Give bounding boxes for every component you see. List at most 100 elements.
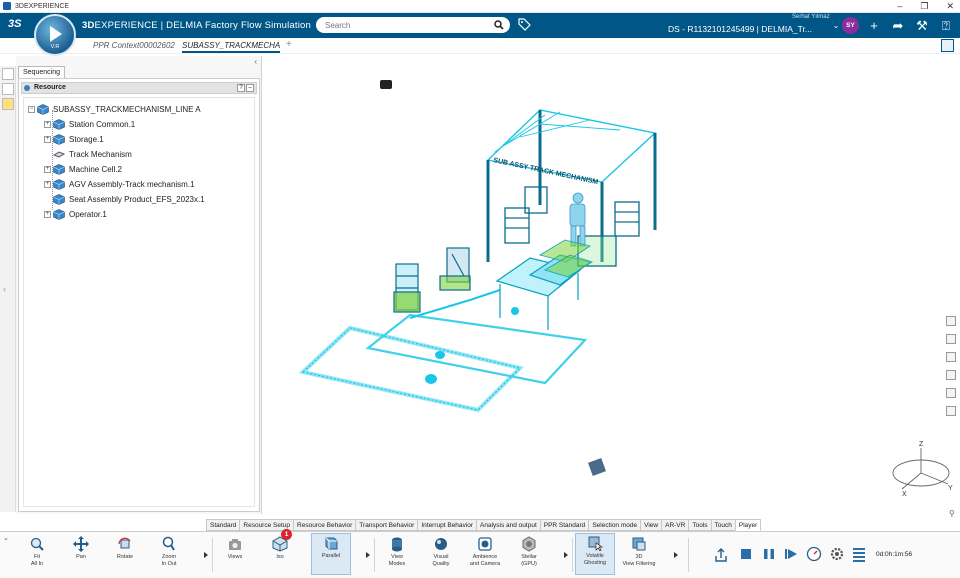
expand-node-icon[interactable]: + bbox=[44, 135, 51, 143]
tree-node[interactable]: Seat Assembly Product_EFS_2023x.1 bbox=[44, 192, 205, 206]
restore-icon[interactable]: ❐ bbox=[920, 0, 928, 13]
minimize-small-icon[interactable]: – bbox=[246, 84, 254, 92]
tree-node[interactable]: Track Mechanism bbox=[44, 147, 132, 161]
action-tab-transport-behavior[interactable]: Transport Behavior bbox=[355, 519, 419, 531]
action-tab-analysis-and-output[interactable]: Analysis and output bbox=[476, 519, 541, 531]
add-icon[interactable]: + bbox=[866, 18, 882, 34]
action-bar: ⌄ Fit All In Pan Rotate Zoom In Out View… bbox=[0, 531, 960, 578]
3d-viewport[interactable]: SUB ASSY TRACK MECHANISM Z X Y bbox=[262, 54, 960, 518]
app-logo-icon bbox=[3, 2, 11, 10]
tree-node-label: Track Mechanism bbox=[69, 149, 132, 159]
toolbar-more-arrow[interactable] bbox=[204, 552, 208, 558]
pan-icon bbox=[73, 536, 89, 552]
search-input[interactable] bbox=[325, 20, 485, 30]
resource-header: Resource ? – bbox=[21, 82, 257, 94]
fullscreen-icon[interactable] bbox=[941, 39, 954, 52]
tree-root-node[interactable]: − SUBASSY_TRACKMECHANISM_LINE A bbox=[28, 102, 201, 116]
capture-icon[interactable] bbox=[946, 334, 956, 344]
action-tab-interrupt-behavior[interactable]: Interrupt Behavior bbox=[417, 519, 478, 531]
ambience-icon bbox=[478, 537, 492, 551]
tenant-selector[interactable]: DS - R1132101245499 | DELMIA_Tr... bbox=[668, 24, 812, 34]
help-small-icon[interactable]: ? bbox=[237, 84, 245, 92]
measure-icon[interactable] bbox=[946, 352, 956, 362]
pause-icon[interactable] bbox=[762, 547, 776, 561]
tree-tool-icon[interactable] bbox=[2, 68, 14, 80]
minimize-icon[interactable]: – bbox=[897, 0, 902, 13]
view-modes-button[interactable]: View Modes bbox=[377, 535, 417, 567]
avatar[interactable]: SY bbox=[842, 17, 859, 34]
tab-ppr-context[interactable]: PPR Context00002602 bbox=[93, 41, 175, 50]
left-tool-strip: ‹ bbox=[0, 66, 16, 512]
settings-gear-icon[interactable] bbox=[829, 546, 845, 562]
camera-views-icon bbox=[229, 539, 241, 550]
annotation-icon[interactable] bbox=[946, 388, 956, 398]
action-tab-standard[interactable]: Standard bbox=[206, 519, 241, 531]
pin-icon[interactable]: ⚲ bbox=[949, 509, 955, 518]
action-tab-touch[interactable]: Touch bbox=[710, 519, 736, 531]
toolbar-more-arrow[interactable] bbox=[366, 552, 370, 558]
tools-icon[interactable]: ⚒ bbox=[914, 18, 930, 34]
rotate-button[interactable]: Rotate bbox=[105, 535, 145, 561]
action-tab-ppr-standard[interactable]: PPR Standard bbox=[539, 519, 590, 531]
action-tab-tools[interactable]: Tools bbox=[688, 519, 712, 531]
action-tab-player[interactable]: Player bbox=[734, 519, 762, 531]
resource-cube-icon bbox=[53, 193, 65, 205]
sequence-tool-icon[interactable] bbox=[2, 83, 14, 95]
window-title-bar: 3DEXPERIENCE – ❐ ✕ bbox=[0, 0, 960, 13]
resource-tool-icon[interactable] bbox=[2, 98, 14, 110]
filter-icon[interactable] bbox=[946, 406, 956, 416]
fit-all-button[interactable]: Fit All In bbox=[17, 535, 57, 567]
collapse-panel-icon[interactable]: ‹ bbox=[254, 57, 257, 66]
toolbar-more-arrow[interactable] bbox=[564, 552, 568, 558]
expand-node-icon[interactable]: + bbox=[44, 210, 51, 218]
search-icon[interactable] bbox=[494, 20, 504, 30]
play-forward-icon[interactable] bbox=[784, 547, 798, 561]
expand-panel-icon[interactable]: ‹ bbox=[3, 284, 6, 294]
section-icon[interactable] bbox=[946, 370, 956, 380]
close-icon[interactable]: ✕ bbox=[946, 0, 954, 13]
resource-cube-icon bbox=[53, 133, 65, 145]
views-button[interactable]: Views bbox=[215, 535, 255, 561]
volatile-ghosting-button[interactable]: Volatile Ghosting bbox=[575, 533, 615, 575]
collapse-node-icon[interactable]: − bbox=[28, 105, 35, 113]
compass-widget[interactable]: V.R bbox=[34, 14, 76, 56]
add-tab-icon[interactable]: + bbox=[286, 39, 292, 50]
iso-button[interactable]: Iso bbox=[260, 535, 300, 561]
share-icon[interactable]: ➦ bbox=[890, 18, 906, 34]
expand-node-icon[interactable]: + bbox=[44, 120, 51, 128]
window-title: 3DEXPERIENCE bbox=[15, 2, 70, 10]
visual-quality-button[interactable]: Visual Quality bbox=[421, 535, 461, 567]
speed-gauge-icon[interactable] bbox=[806, 546, 822, 562]
export-icon[interactable] bbox=[713, 547, 729, 563]
expand-node-icon[interactable]: + bbox=[44, 180, 51, 188]
camera-icon[interactable] bbox=[946, 316, 956, 326]
tree-node[interactable]: + AGV Assembly-Track mechanism.1 bbox=[44, 177, 195, 191]
action-tab-selection-mode[interactable]: Selection mode bbox=[588, 519, 642, 531]
action-tab-ar-vr[interactable]: AR-VR bbox=[661, 519, 690, 531]
view-filtering-button[interactable]: 3D View Filtering bbox=[619, 535, 659, 567]
tab-subassy[interactable]: SUBASSY_TRACKMECHANISM_LINE A bbox=[182, 41, 280, 53]
expand-node-icon[interactable]: + bbox=[44, 165, 51, 173]
ambience-camera-button[interactable]: Ambience and Camera bbox=[465, 535, 505, 567]
view-filter-icon bbox=[632, 537, 646, 551]
tree-node[interactable]: + Station Common.1 bbox=[44, 117, 135, 131]
stop-icon[interactable] bbox=[739, 547, 753, 561]
stellar-button[interactable]: Stellar (GPU) bbox=[509, 535, 549, 567]
tree-node[interactable]: + Storage.1 bbox=[44, 132, 104, 146]
action-tab-resource-behavior[interactable]: Resource Behavior bbox=[293, 519, 357, 531]
toolbar-more-arrow[interactable] bbox=[674, 552, 678, 558]
timeline-list-icon[interactable] bbox=[852, 546, 866, 562]
parallel-button[interactable]: Parallel bbox=[311, 533, 351, 575]
tab-sequencing[interactable]: Sequencing bbox=[18, 66, 65, 78]
tree-node[interactable]: + Operator.1 bbox=[44, 207, 107, 221]
resource-cube-icon bbox=[53, 178, 65, 190]
search-box bbox=[316, 17, 510, 33]
help-icon[interactable]: ⍰ bbox=[938, 18, 954, 34]
action-tab-view[interactable]: View bbox=[640, 519, 663, 531]
tree-node[interactable]: + Machine Cell.2 bbox=[44, 162, 122, 176]
tree-node-label: Station Common.1 bbox=[69, 119, 136, 129]
pan-button[interactable]: Pan bbox=[61, 535, 101, 561]
chevron-down-icon[interactable]: ⌄ bbox=[3, 534, 9, 542]
tag-icon[interactable] bbox=[518, 18, 531, 31]
zoom-button[interactable]: Zoom In Out bbox=[149, 535, 189, 567]
